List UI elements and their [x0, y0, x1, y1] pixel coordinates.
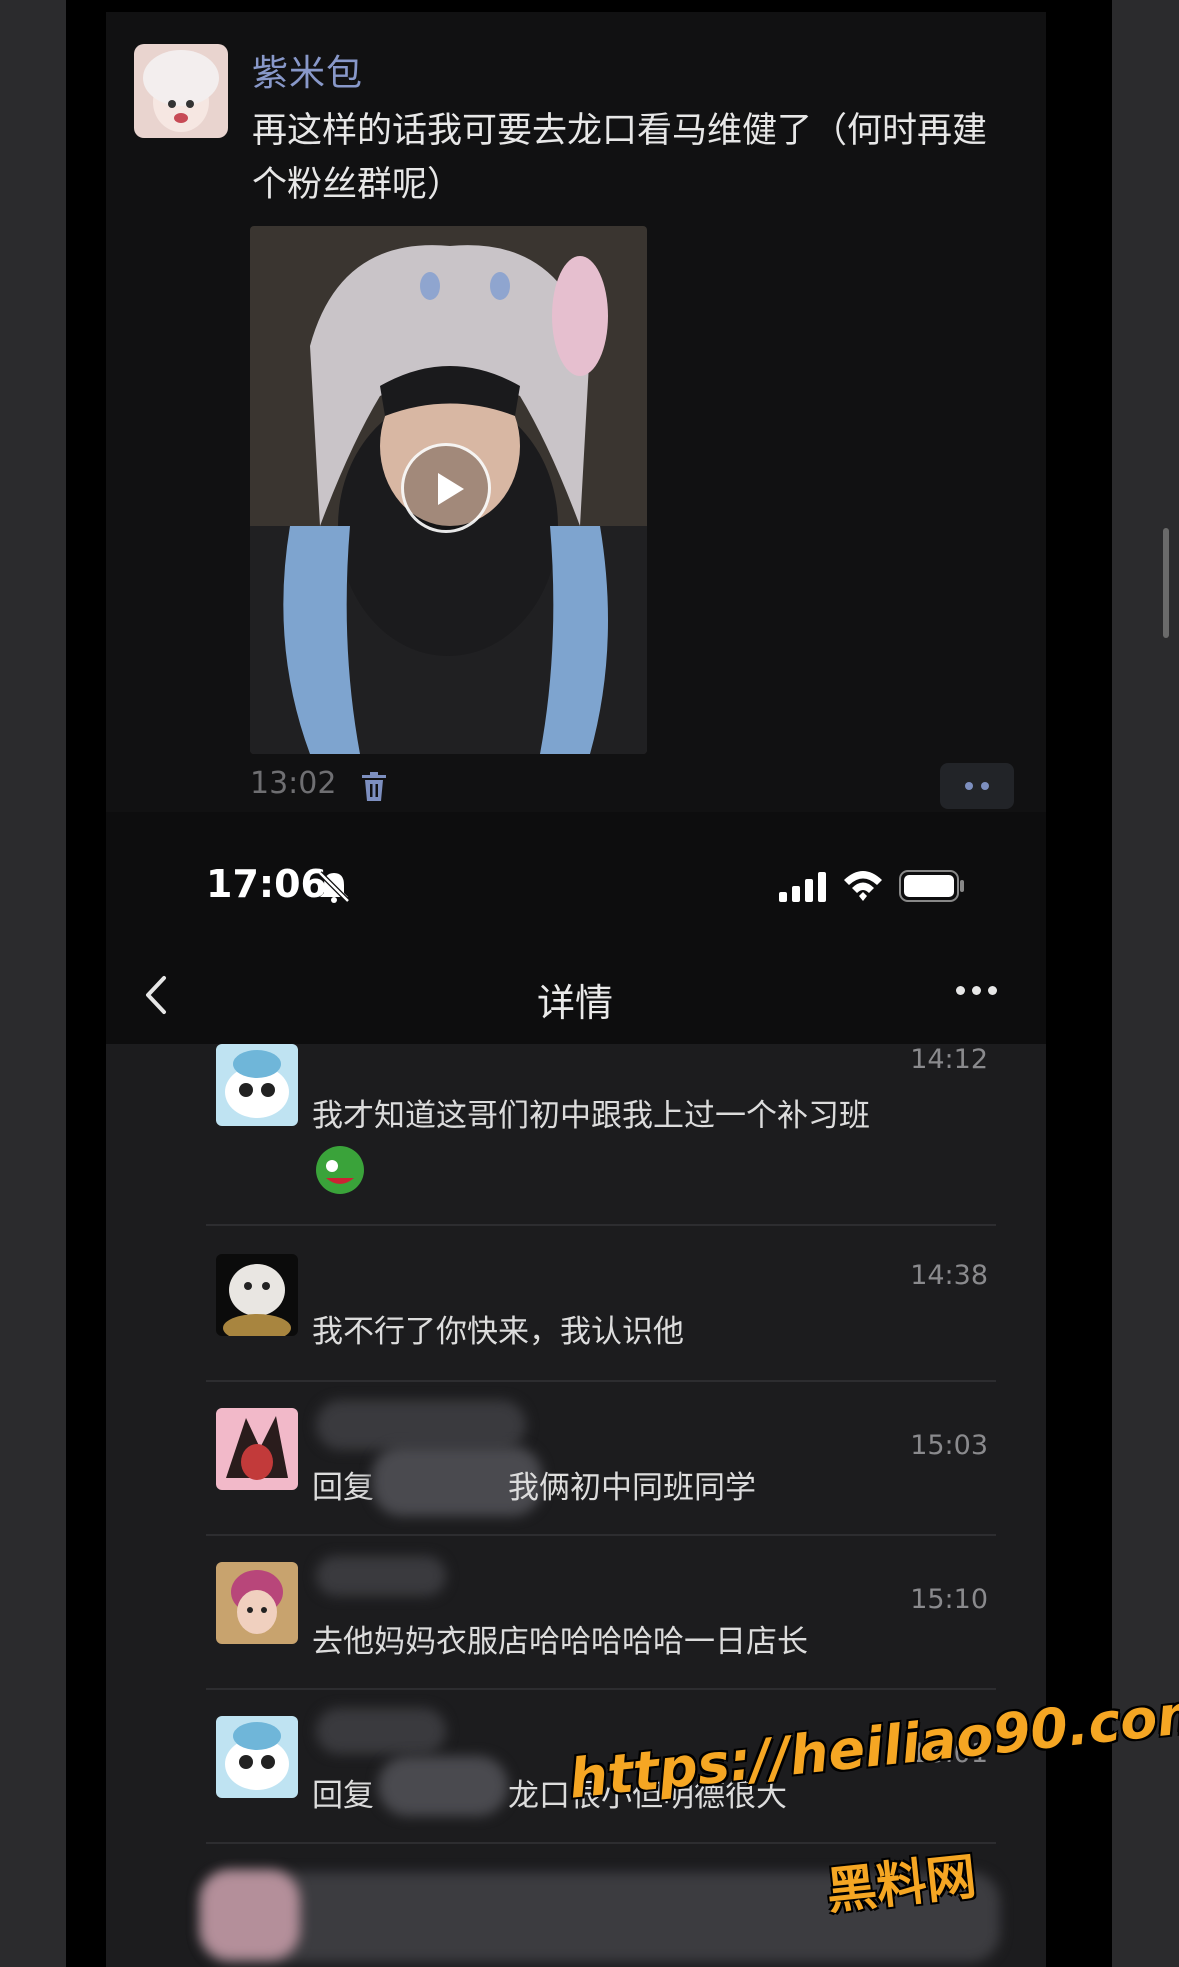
comment-time: 14:12	[910, 1044, 988, 1075]
avatar[interactable]	[216, 1254, 298, 1336]
divider	[206, 1842, 996, 1844]
comment-reply-label: 回复	[312, 1470, 374, 1506]
comment-time: 15:03	[910, 1430, 988, 1461]
bell-muted-icon	[316, 869, 352, 905]
sticker-emoji	[312, 1140, 368, 1196]
divider	[206, 1224, 996, 1226]
avatar[interactable]	[216, 1716, 298, 1798]
divider	[206, 1688, 996, 1690]
author-name[interactable]: 紫米包	[252, 44, 363, 96]
page-title: 详情	[536, 981, 613, 1025]
cellular-signal-icon	[779, 872, 827, 902]
author-avatar[interactable]	[134, 44, 228, 138]
more-options-button[interactable]	[940, 763, 1014, 809]
play-icon[interactable]	[401, 443, 491, 533]
wifi-icon	[842, 868, 884, 902]
list-item[interactable]: 14:38 我不行了你快来，我认识他	[206, 1254, 996, 1374]
post-timestamp: 13:02	[250, 766, 337, 801]
trash-icon[interactable]	[360, 772, 388, 802]
divider	[206, 1534, 996, 1536]
list-item[interactable]: 14:12 我才知道这哥们初中跟我上过一个补习班	[206, 1044, 996, 1224]
comment-reply-label: 回复	[312, 1778, 374, 1814]
redacted-avatar	[200, 1870, 300, 1960]
comment-text: 我才知道这哥们初中跟我上过一个补习班	[312, 1098, 870, 1134]
back-chevron-icon[interactable]	[136, 970, 176, 1020]
redacted-username	[316, 1708, 446, 1754]
post-text: 再这样的话我可要去龙口看马维健了（何时再建个粉丝群呢）	[252, 111, 988, 205]
avatar[interactable]	[216, 1408, 298, 1490]
redacted-username	[316, 1400, 526, 1450]
scrollbar-thumb[interactable]	[1163, 528, 1169, 638]
comment-text: 去他妈妈衣服店哈哈哈哈哈一日店长	[312, 1624, 808, 1660]
redacted-mention	[378, 1756, 508, 1816]
comment-text: 我不行了你快来，我认识他	[312, 1314, 684, 1350]
comment-time: 15:10	[910, 1584, 988, 1615]
battery-icon	[899, 870, 965, 902]
avatar[interactable]	[216, 1562, 298, 1644]
divider	[206, 1380, 996, 1382]
avatar[interactable]	[216, 1044, 298, 1126]
list-item[interactable]: 15:10 去他妈妈衣服店哈哈哈哈哈一日店长	[206, 1556, 996, 1682]
status-time: 17:06	[206, 862, 327, 906]
list-item[interactable]: 15:03 回复 我俩初中同班同学	[206, 1400, 996, 1528]
more-menu-icon[interactable]	[956, 986, 997, 995]
comment-text: 我俩初中同班同学	[508, 1470, 756, 1506]
redacted-username	[316, 1556, 446, 1596]
comment-time: 14:38	[910, 1260, 988, 1291]
